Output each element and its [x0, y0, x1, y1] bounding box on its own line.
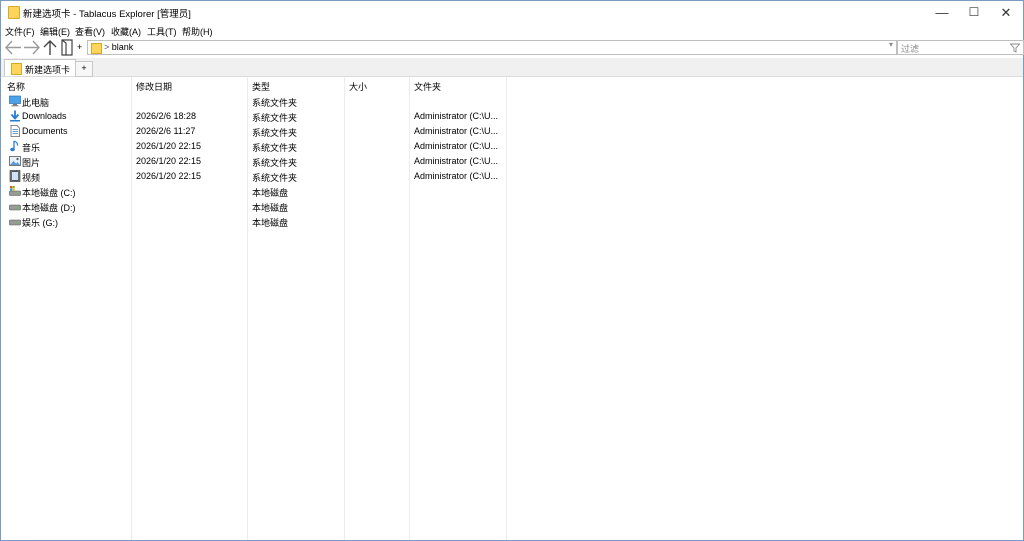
close-button[interactable]: ✕ — [990, 1, 1022, 24]
item-type: 本地磁盘 — [252, 218, 289, 228]
address-separator[interactable]: > — [104, 42, 109, 52]
item-name: Documents — [22, 126, 68, 136]
tab-new[interactable]: 新建选项卡 — [4, 59, 76, 76]
back-icon[interactable] — [3, 38, 23, 57]
menu-bar: 文件(F) 编辑(E) 查看(V) 收藏(A) 工具(T) 帮助(H) — [1, 24, 1023, 38]
window-title: 新建选项卡 - Tablacus Explorer [管理员] — [23, 9, 191, 20]
item-date: 2026/2/6 18:28 — [136, 111, 197, 121]
item-date: 2026/2/6 11:27 — [136, 126, 196, 136]
menu-tools[interactable]: 工具(T) — [147, 25, 177, 38]
item-folder: Administrator (C:\U... — [414, 126, 499, 136]
tab-bar: 新建选项卡 + — [1, 58, 1023, 77]
add-tab-button[interactable]: + — [75, 61, 93, 77]
folder-icon — [11, 63, 22, 75]
maximize-button[interactable]: ☐ — [958, 1, 990, 24]
item-folder: Administrator (C:\U... — [414, 156, 499, 166]
chevron-down-icon[interactable]: ▾ — [889, 40, 893, 49]
item-folder: Administrator (C:\U... — [414, 111, 499, 121]
computer-icon — [9, 95, 21, 107]
item-name: 音乐 — [22, 143, 41, 153]
forward-icon[interactable] — [22, 38, 42, 57]
picture-icon — [9, 156, 21, 166]
minimize-button[interactable]: — — [926, 1, 958, 24]
app-window: 新建选项卡 - Tablacus Explorer [管理员] — ☐ ✕ 文件… — [0, 0, 1024, 541]
item-type: 本地磁盘 — [252, 203, 289, 213]
file-list: 名称 修改日期 类型 大小 文件夹 此电脑 系统文件夹 Downloads 20… — [1, 77, 1023, 540]
tab-label: 新建选项卡 — [25, 65, 71, 75]
item-date: 2026/1/20 22:15 — [136, 156, 202, 166]
video-icon — [9, 170, 21, 182]
menu-help[interactable]: 帮助(H) — [182, 25, 213, 38]
new-tab-plus[interactable]: + — [77, 42, 82, 52]
folder-app-icon — [8, 6, 20, 19]
item-type: 系统文件夹 — [252, 98, 298, 108]
music-icon — [10, 140, 19, 152]
item-type: 系统文件夹 — [252, 173, 298, 183]
bookmark-panel-icon[interactable] — [59, 38, 75, 57]
folder-icon — [91, 43, 102, 54]
funnel-icon[interactable] — [1010, 43, 1020, 53]
item-folder: Administrator (C:\U... — [414, 171, 499, 181]
drive-icon — [9, 204, 21, 211]
drive-c-icon — [9, 186, 21, 196]
filter-input[interactable]: 过滤 — [897, 40, 1024, 55]
menu-favorites[interactable]: 收藏(A) — [111, 25, 141, 38]
item-type: 系统文件夹 — [252, 158, 298, 168]
address-bar[interactable]: > blank ▾ — [87, 40, 897, 55]
item-name: 本地磁盘 (D:) — [22, 203, 76, 213]
item-date: 2026/1/20 22:15 — [136, 141, 202, 151]
list-item[interactable]: Downloads 2026/2/6 18:28 系统文件夹 Administr… — [1, 109, 521, 124]
item-folder: Administrator (C:\U... — [414, 141, 499, 151]
item-name: Downloads — [22, 111, 67, 121]
item-name: 本地磁盘 (C:) — [22, 188, 76, 198]
menu-edit[interactable]: 编辑(E) — [40, 25, 70, 38]
menu-view[interactable]: 查看(V) — [75, 25, 105, 38]
menu-file[interactable]: 文件(F) — [5, 25, 35, 38]
item-type: 系统文件夹 — [252, 113, 298, 123]
document-icon — [10, 125, 20, 137]
up-icon[interactable] — [41, 38, 59, 57]
column-header-folder[interactable]: 文件夹 — [414, 80, 441, 93]
column-header-date[interactable]: 修改日期 — [136, 80, 172, 93]
item-type: 系统文件夹 — [252, 143, 298, 153]
drive-icon — [9, 219, 21, 226]
item-date: 2026/1/20 22:15 — [136, 171, 202, 181]
address-path[interactable]: blank — [112, 42, 134, 52]
list-item[interactable]: 本地磁盘 (C:) 本地磁盘 — [1, 184, 521, 199]
item-name: 娱乐 (G:) — [22, 218, 58, 228]
item-name: 图片 — [22, 158, 41, 168]
list-item[interactable]: 视频 2026/1/20 22:15 系统文件夹 Administrator (… — [1, 169, 521, 184]
list-item[interactable]: 此电脑 系统文件夹 — [1, 94, 521, 109]
column-header-name[interactable]: 名称 — [7, 80, 25, 93]
navigation-bar: + > blank ▾ 过滤 — [1, 38, 1024, 58]
column-header-size[interactable]: 大小 — [349, 80, 367, 93]
item-name: 此电脑 — [22, 98, 50, 108]
item-type: 系统文件夹 — [252, 128, 298, 138]
item-type: 本地磁盘 — [252, 188, 289, 198]
list-item[interactable]: 娱乐 (G:) 本地磁盘 — [1, 214, 521, 229]
column-header-type[interactable]: 类型 — [252, 80, 270, 93]
list-item[interactable]: 本地磁盘 (D:) 本地磁盘 — [1, 199, 521, 214]
list-item[interactable]: Documents 2026/2/6 11:27 系统文件夹 Administr… — [1, 124, 521, 139]
title-bar[interactable]: 新建选项卡 - Tablacus Explorer [管理员] — ☐ ✕ — [1, 1, 1023, 24]
download-icon — [10, 110, 20, 122]
list-item[interactable]: 图片 2026/1/20 22:15 系统文件夹 Administrator (… — [1, 154, 521, 169]
filter-placeholder: 过滤 — [901, 44, 920, 54]
list-item[interactable]: 音乐 2026/1/20 22:15 系统文件夹 Administrator (… — [1, 139, 521, 154]
item-name: 视频 — [22, 173, 41, 183]
